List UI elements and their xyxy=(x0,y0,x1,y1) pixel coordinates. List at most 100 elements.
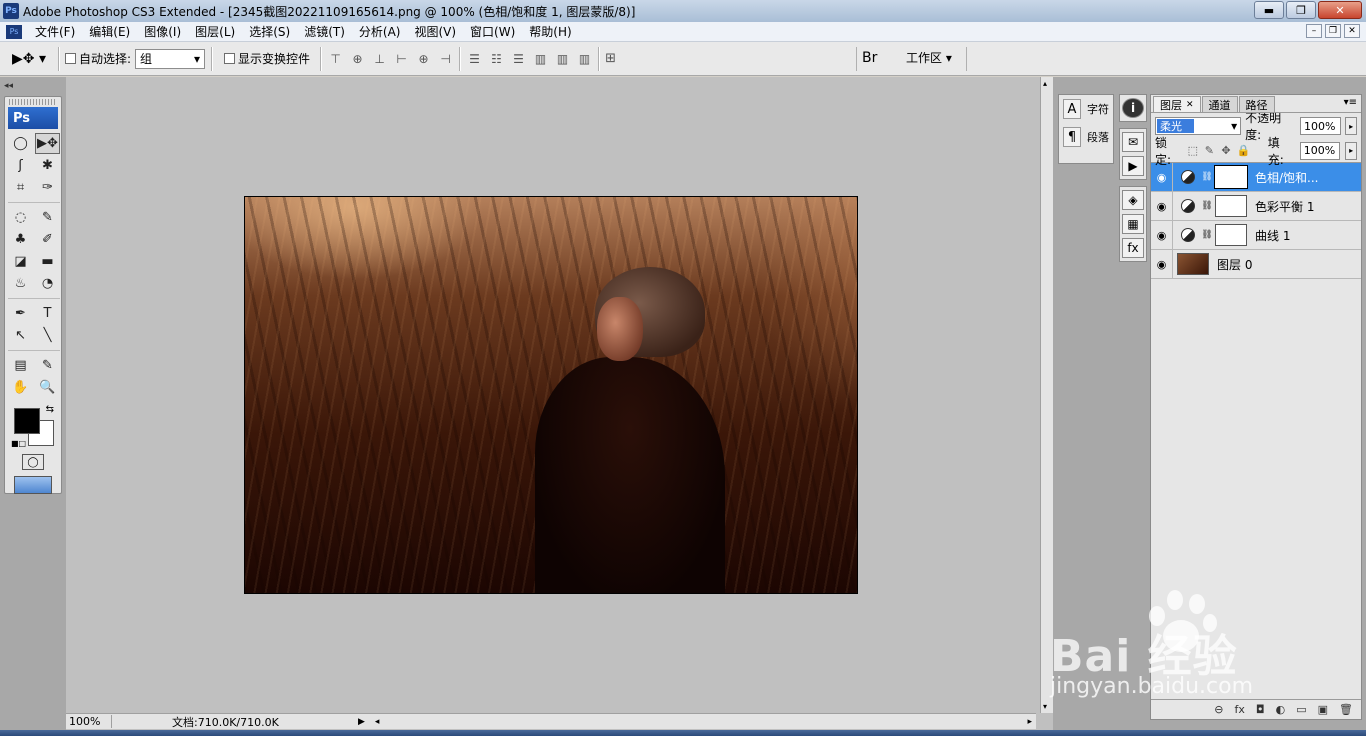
document-canvas-image[interactable] xyxy=(244,196,858,594)
new-group-icon[interactable]: ▭ xyxy=(1296,703,1306,716)
layer-mask-thumbnail[interactable] xyxy=(1215,195,1247,217)
tab-layers[interactable]: 图层 ✕ xyxy=(1153,96,1201,112)
type-tool-icon[interactable]: T xyxy=(35,303,60,324)
document-icon[interactable]: Ps xyxy=(6,24,22,39)
status-menu-arrow-icon[interactable]: ▶ xyxy=(358,717,365,727)
visibility-eye-icon[interactable]: ◉ xyxy=(1151,221,1173,249)
scroll-down-icon[interactable]: ▾ xyxy=(1043,702,1047,711)
menu-filter[interactable]: 滤镜(T) xyxy=(297,23,352,40)
lock-transparency-icon[interactable]: ⬚ xyxy=(1187,144,1199,157)
tab-paths[interactable]: 路径 xyxy=(1238,96,1275,112)
new-layer-icon[interactable]: ▣ xyxy=(1318,703,1328,716)
align-hcenter-icon[interactable]: ⊕ xyxy=(415,52,431,66)
menu-window[interactable]: 窗口(W) xyxy=(463,23,522,40)
animation-play-icon[interactable]: ▶ xyxy=(1122,156,1144,176)
blur-tool-icon[interactable]: ♨ xyxy=(8,273,33,294)
layer-row[interactable]: ◉ ⛓ 色相/饱和... xyxy=(1151,163,1361,192)
close-button[interactable]: ✕ xyxy=(1318,1,1362,19)
dodge-tool-icon[interactable]: ◔ xyxy=(35,273,60,294)
slice-tool-icon[interactable]: ✑ xyxy=(35,177,60,198)
line-tool-icon[interactable]: ╲ xyxy=(35,325,60,346)
healing-brush-tool-icon[interactable]: ◌ xyxy=(8,207,33,228)
lock-all-icon[interactable]: 🔒 xyxy=(1237,144,1251,157)
paragraph-panel-button[interactable]: ¶ 段落 xyxy=(1059,123,1113,151)
info-icon[interactable]: i xyxy=(1122,98,1144,118)
doc-restore-button[interactable]: ❐ xyxy=(1325,24,1341,38)
align-top-icon[interactable]: ⊤ xyxy=(327,52,343,66)
auto-align-layers-icon[interactable]: ⊞ xyxy=(605,51,616,66)
menu-edit[interactable]: 编辑(E) xyxy=(82,23,137,40)
path-selection-tool-icon[interactable]: ↖ xyxy=(8,325,33,346)
link-chain-icon[interactable]: ⛓ xyxy=(1201,230,1213,240)
bridge-icon[interactable]: Br xyxy=(862,50,886,68)
menu-analysis[interactable]: 分析(A) xyxy=(352,23,408,40)
hand-tool-icon[interactable]: ✋ xyxy=(8,377,33,398)
visibility-eye-icon[interactable]: ◉ xyxy=(1151,163,1173,191)
menu-image[interactable]: 图像(I) xyxy=(137,23,188,40)
gradient-tool-icon[interactable]: ▬ xyxy=(35,251,60,272)
add-mask-icon[interactable]: ◘ xyxy=(1256,703,1265,716)
auto-select-dropdown[interactable]: 组 ▾ xyxy=(135,48,206,69)
auto-select-checkbox[interactable] xyxy=(65,53,76,64)
foreground-color-swatch[interactable] xyxy=(14,408,40,434)
lock-position-icon[interactable]: ✥ xyxy=(1220,144,1232,157)
close-icon[interactable]: ✕ xyxy=(1186,100,1194,110)
link-chain-icon[interactable]: ⛓ xyxy=(1201,172,1213,182)
distribute-hcenter-icon[interactable]: ▥ xyxy=(554,52,570,66)
photoshop-logo[interactable]: Ps xyxy=(8,107,58,129)
menu-help[interactable]: 帮助(H) xyxy=(522,23,578,40)
distribute-top-icon[interactable]: ☰ xyxy=(466,52,482,66)
menu-select[interactable]: 选择(S) xyxy=(242,23,297,40)
navigator-icon[interactable]: ◈ xyxy=(1122,190,1144,210)
doc-close-button[interactable]: ✕ xyxy=(1344,24,1360,38)
vertical-scrollbar[interactable]: ▴ ▾ xyxy=(1040,77,1053,713)
layer-mask-thumbnail[interactable] xyxy=(1215,224,1247,246)
panel-menu-icon[interactable]: ▾≡ xyxy=(1344,97,1357,108)
styles-fx-icon[interactable]: fx xyxy=(1122,238,1144,258)
actions-icon[interactable]: ✉ xyxy=(1122,132,1144,152)
history-brush-tool-icon[interactable]: ✐ xyxy=(35,229,60,250)
doc-minimize-button[interactable]: – xyxy=(1306,24,1322,38)
layer-row[interactable]: ◉ ⛓ 曲线 1 xyxy=(1151,221,1361,250)
distribute-right-icon[interactable]: ▥ xyxy=(576,52,592,66)
menu-file[interactable]: 文件(F) xyxy=(28,23,82,40)
distribute-left-icon[interactable]: ▥ xyxy=(532,52,548,66)
align-vcenter-icon[interactable]: ⊕ xyxy=(349,52,365,66)
zoom-tool-icon[interactable]: 🔍 xyxy=(35,377,60,398)
marquee-tool-icon[interactable]: ◯ xyxy=(8,133,33,154)
toolbox-grip[interactable] xyxy=(9,99,57,105)
scroll-left-icon[interactable]: ◂ xyxy=(375,717,380,727)
brush-tool-icon[interactable]: ✎ xyxy=(35,207,60,228)
distribute-bottom-icon[interactable]: ☰ xyxy=(510,52,526,66)
tool-preset-picker[interactable]: ▶✥ ▾ xyxy=(6,46,52,72)
scroll-up-icon[interactable]: ▴ xyxy=(1043,79,1047,88)
align-right-icon[interactable]: ⊣ xyxy=(437,52,453,66)
new-adjustment-layer-icon[interactable]: ◐ xyxy=(1276,703,1286,716)
layer-row[interactable]: ◉ ⛓ 色彩平衡 1 xyxy=(1151,192,1361,221)
lock-image-icon[interactable]: ✎ xyxy=(1204,144,1216,157)
workspace-menu-button[interactable]: 工作区 ▾ xyxy=(906,49,952,66)
minimize-button[interactable]: ▬ xyxy=(1254,1,1284,19)
show-transform-checkbox[interactable] xyxy=(224,53,236,64)
fill-input[interactable]: 100% xyxy=(1299,141,1341,160)
menu-layer[interactable]: 图层(L) xyxy=(188,23,242,40)
pen-tool-icon[interactable]: ✒ xyxy=(8,303,33,324)
zoom-level-field[interactable]: 100% xyxy=(66,715,112,728)
scroll-right-icon[interactable]: ▸ xyxy=(1027,717,1032,727)
screen-mode-icon[interactable] xyxy=(14,476,52,494)
swatches-icon[interactable]: ▦ xyxy=(1122,214,1144,234)
lasso-tool-icon[interactable]: ʃ xyxy=(8,155,33,176)
swap-colors-icon[interactable]: ⇆ xyxy=(46,404,54,415)
distribute-vcenter-icon[interactable]: ☷ xyxy=(488,52,504,66)
character-panel-button[interactable]: A 字符 xyxy=(1059,95,1113,123)
opacity-slider-arrow-icon[interactable]: ▸ xyxy=(1345,117,1357,135)
link-layers-icon[interactable]: ⊖ xyxy=(1214,703,1223,716)
collapse-icon[interactable]: ◂◂ xyxy=(4,81,13,91)
opacity-input[interactable]: 100% xyxy=(1300,117,1342,135)
fill-slider-arrow-icon[interactable]: ▸ xyxy=(1345,141,1357,160)
eyedropper-tool-icon[interactable]: ✎ xyxy=(35,355,60,376)
default-colors-icon[interactable]: ■□ xyxy=(11,439,26,448)
link-chain-icon[interactable]: ⛓ xyxy=(1201,201,1213,211)
layer-row[interactable]: ◉ 图层 0 xyxy=(1151,250,1361,279)
blend-mode-dropdown[interactable]: 柔光 ▾ xyxy=(1155,117,1242,135)
